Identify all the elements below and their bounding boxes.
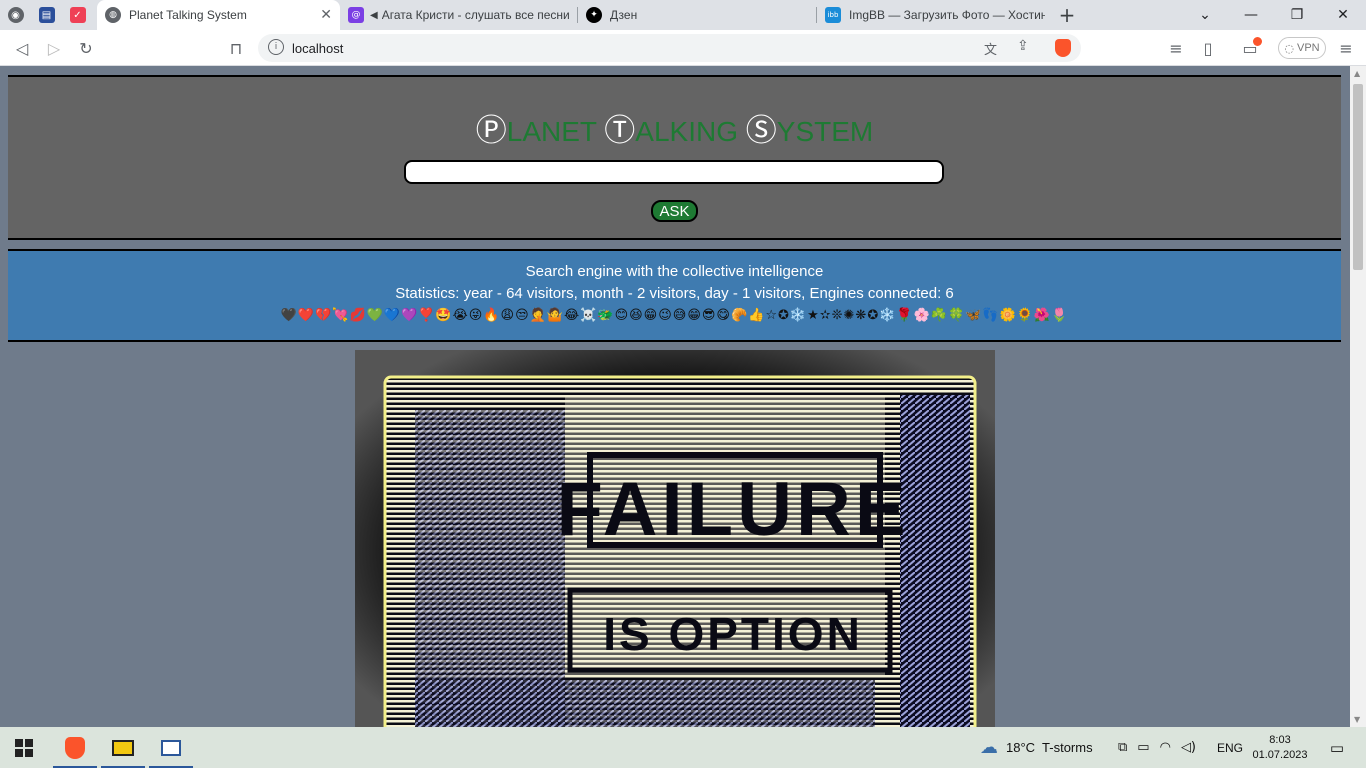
vpn-button[interactable]: ◌ VPN	[1278, 37, 1326, 59]
scroll-down-icon[interactable]: ▼	[1354, 715, 1360, 724]
close-window-button[interactable]: ✕	[1320, 0, 1366, 30]
tab-title: Planet Talking System	[129, 8, 247, 22]
logo-rest: YSTEM	[776, 116, 874, 147]
poster-subtitle: IS OPTION	[603, 608, 863, 660]
bookmark-icon[interactable]: ⊓	[224, 36, 248, 60]
menu-icon[interactable]: ≡	[1334, 36, 1358, 60]
imgbb-icon: ibb	[825, 7, 841, 23]
share-icon[interactable]: ⇪	[1017, 38, 1029, 54]
tab-search-icon[interactable]: ⌄	[1182, 0, 1228, 30]
radio-icon: ◉	[7, 7, 24, 23]
scroll-up-icon[interactable]: ▲	[1354, 69, 1360, 78]
info-icon[interactable]: i	[268, 39, 284, 55]
ask-button[interactable]: ASK	[651, 200, 698, 222]
browser-toolbar: ◁ ▷ ↻ ⊓ i localhost 文 ⇪ ≡ ▯ ▭ ◌ VPN ≡	[0, 30, 1366, 66]
logo-rest: ALKING	[635, 116, 746, 147]
wallet-icon[interactable]: ▭	[1238, 36, 1262, 60]
dzen-icon: ✦	[586, 7, 602, 23]
logo-rest: LANET	[506, 116, 605, 147]
maximize-button[interactable]: ❐	[1274, 0, 1320, 30]
volume-icon[interactable]: ◁)	[1181, 740, 1196, 755]
tab-dzen[interactable]: ✦ Дзен	[578, 0, 816, 30]
pinned-tab-calendar[interactable]: ▤	[31, 0, 62, 30]
meet-icon[interactable]: ⧉	[1118, 740, 1127, 755]
playlist-icon[interactable]: ≡	[1164, 36, 1188, 60]
translate-icon[interactable]: 文	[984, 39, 997, 58]
weather-widget[interactable]: ☁ 18°C T-storms	[980, 727, 1093, 768]
logo-initial: Ⓟ	[475, 113, 507, 149]
tab-planet-talking-system[interactable]: ◍ Planet Talking System ✕	[97, 0, 340, 30]
page-scrollbar[interactable]: ▲ ▼	[1350, 66, 1366, 727]
tab-title: ImgBB — Загрузить Фото — Хостинг	[849, 8, 1045, 22]
site-header: ⓅLANET ⓉALKING ⓈYSTEM ASK	[8, 75, 1341, 240]
clock[interactable]: 8:03 01.07.2023	[1252, 727, 1308, 768]
pinned-tab-pocket[interactable]: ✓	[62, 0, 93, 30]
clock-time: 8:03	[1269, 733, 1291, 746]
calendar-icon: ▤	[38, 7, 55, 23]
taskbar-winamp[interactable]	[99, 727, 147, 768]
notification-dot	[1253, 37, 1262, 46]
statistics-text: Statistics: year - 64 visitors, month - …	[395, 285, 954, 302]
url-text: localhost	[292, 41, 344, 56]
poster-title: FAILURE	[556, 467, 909, 552]
tab-agatha-christie[interactable]: @ ◀ Агата Кристи - слушать все песни	[340, 0, 577, 30]
storm-cloud-icon: ☁	[980, 737, 998, 758]
app-icon	[161, 739, 181, 756]
notification-icon: ▭	[1329, 738, 1345, 757]
site-logo: ⓅLANET ⓉALKING ⓈYSTEM	[8, 105, 1341, 150]
brave-shields-icon[interactable]	[1055, 39, 1071, 57]
logo-initial: Ⓣ	[604, 113, 636, 149]
scrollbar-thumb[interactable]	[1353, 84, 1363, 270]
taskbar-app[interactable]	[147, 727, 195, 768]
address-bar[interactable]: i localhost 文 ⇪	[258, 34, 1081, 62]
battery-icon[interactable]: ▭	[1137, 740, 1149, 755]
speaker-icon: ◀	[370, 9, 378, 21]
tab-strip: ◉ ▤ ✓ ◍ Planet Talking System ✕ @ ◀ Агат…	[0, 0, 1366, 30]
emoji-row[interactable]: 🖤❤️💔💘💋💚💙💜❣️🤩😭😜🔥😩😒🤦🤷😂☠️🐲😊😆😁😉😅😁😎😋🥐👍☆✪❄️★✫❊…	[8, 305, 1341, 327]
minimize-button[interactable]: —	[1228, 0, 1274, 30]
windows-taskbar: ☁ 18°C T-storms ⧉ ▭ ◠ ◁) ENG 8:03 01.07.…	[0, 727, 1366, 768]
logo-initial: Ⓢ	[745, 113, 777, 149]
stats-panel: Search engine with the collective intell…	[8, 249, 1341, 342]
start-button[interactable]	[0, 727, 48, 768]
winamp-icon	[112, 739, 134, 756]
windows-logo-icon	[15, 738, 33, 757]
wifi-icon[interactable]: ◠	[1160, 740, 1171, 755]
tab-title: Дзен	[610, 8, 638, 22]
tray-icons: ⧉ ▭ ◠ ◁)	[1118, 727, 1196, 768]
notifications-button[interactable]: ▭	[1322, 727, 1352, 768]
brave-icon	[65, 736, 85, 759]
globe-icon: ◍	[105, 7, 121, 23]
page-viewport: ⓅLANET ⓉALKING ⓈYSTEM ASK Search engine …	[0, 66, 1350, 727]
forward-button[interactable]: ▷	[42, 36, 66, 60]
music-service-icon: @	[348, 7, 364, 23]
result-image: FAILURE IS OPTION	[355, 350, 995, 727]
taskbar-brave[interactable]	[51, 727, 99, 768]
pinned-tab-radio[interactable]: ◉	[0, 0, 31, 30]
vpn-label: VPN	[1296, 42, 1320, 54]
failure-poster-image: FAILURE IS OPTION	[355, 350, 995, 727]
vpn-icon: ◌	[1284, 41, 1294, 55]
tagline: Search engine with the collective intell…	[525, 263, 824, 280]
weather-text: 18°C T-storms	[1006, 740, 1093, 755]
sidebar-icon[interactable]: ▯	[1196, 36, 1220, 60]
clock-date: 01.07.2023	[1252, 748, 1308, 761]
reload-button[interactable]: ↻	[74, 36, 98, 60]
language-indicator[interactable]: ENG	[1217, 727, 1243, 768]
pocket-icon: ✓	[69, 7, 86, 23]
back-button[interactable]: ◁	[10, 36, 34, 60]
tab-imgbb[interactable]: ibb ImgBB — Загрузить Фото — Хостинг	[817, 0, 1053, 30]
search-input[interactable]	[404, 160, 944, 184]
tab-title: Агата Кристи - слушать все песни	[381, 8, 569, 22]
new-tab-button[interactable]: +	[1053, 0, 1081, 30]
close-tab-icon[interactable]: ✕	[320, 7, 332, 23]
